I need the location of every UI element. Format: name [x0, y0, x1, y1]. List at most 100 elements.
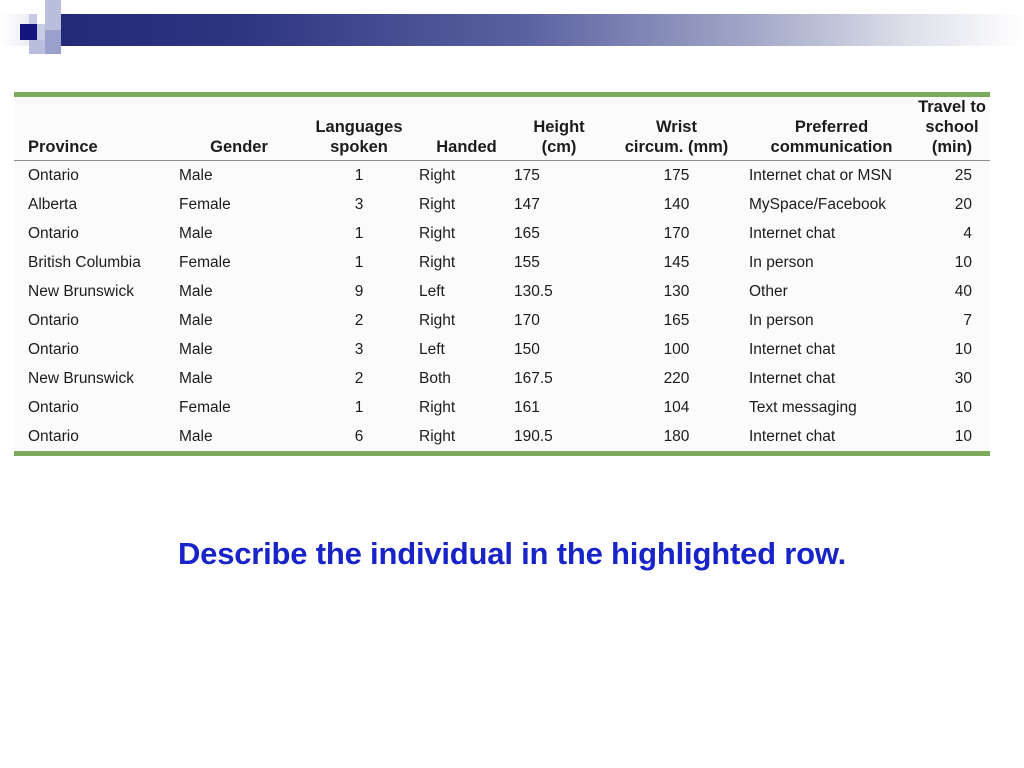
cell-height: 170	[514, 312, 540, 329]
header-line-1: Wrist	[656, 118, 697, 136]
cell-gender: Female	[179, 196, 231, 213]
cell-preferred-communication: Internet chat	[749, 225, 836, 242]
cell-handed: Both	[419, 370, 451, 387]
column-header-travel-to-school: Travel to school (min)	[914, 97, 990, 161]
banner-square-6	[45, 14, 61, 30]
cell-preferred-communication: Internet chat	[749, 428, 836, 445]
cell-travel-to-school: 7	[963, 312, 972, 329]
cell-province: Ontario	[28, 225, 79, 242]
cell-gender: Male	[179, 428, 213, 445]
cell-languages-spoken: 2	[354, 312, 364, 329]
data-table-container: Province Gender Languages spoken Handed …	[14, 92, 990, 456]
cell-preferred-communication: Internet chat	[749, 370, 836, 387]
cell-gender: Male	[179, 341, 213, 358]
cell-gender: Male	[179, 370, 213, 387]
cell-wrist-circumference: 140	[663, 196, 690, 213]
cell-travel-to-school: 25	[954, 167, 972, 184]
cell-gender: Female	[179, 399, 231, 416]
table-row[interactable]: Ontario Male 1 Right 175 175 Internet chat or …	[14, 161, 990, 191]
cell-gender: Male	[179, 283, 213, 300]
header-line-2: school (min)	[925, 118, 979, 156]
table-row[interactable]: New Brunswick Male 9 Left 130.5 130 Other 40	[14, 277, 990, 306]
cell-handed: Right	[419, 196, 456, 213]
cell-handed: Left	[419, 283, 445, 300]
header-line-1: Height	[533, 118, 585, 136]
cell-province: Ontario	[28, 428, 79, 445]
banner-square-gap	[37, 14, 45, 24]
cell-gender: Male	[179, 312, 213, 329]
cell-preferred-communication: MySpace/Facebook	[749, 196, 886, 213]
cell-height: 165	[514, 225, 540, 242]
cell-languages-spoken: 1	[354, 399, 364, 416]
cell-province: Ontario	[28, 312, 79, 329]
cell-handed: Right	[419, 167, 456, 184]
cell-height: 147	[514, 196, 540, 213]
cell-height: 130.5	[514, 283, 553, 300]
cell-travel-to-school: 10	[954, 341, 972, 358]
table-row[interactable]: Ontario Male 1 Right 165 170 Internet chat 4	[14, 219, 990, 248]
cell-gender: Female	[179, 254, 231, 271]
cell-handed: Right	[419, 254, 456, 271]
cell-province: Ontario	[28, 167, 79, 184]
cell-wrist-circumference: 175	[663, 167, 690, 184]
cell-height: 167.5	[514, 370, 553, 387]
cell-travel-to-school: 10	[954, 428, 972, 445]
table-row[interactable]: Alberta Female 3 Right 147 140 MySpace/Faceboo…	[14, 190, 990, 219]
header-line-2: Handed	[436, 138, 497, 156]
cell-languages-spoken: 1	[354, 225, 364, 242]
banner-square-1	[45, 0, 61, 14]
cell-wrist-circumference: 104	[663, 399, 690, 416]
table-bottom-rule	[14, 451, 990, 456]
table-row[interactable]: British Columbia Female 1 Right 155 145 In per…	[14, 248, 990, 277]
table-row[interactable]: Ontario Male 3 Left 150 100 Internet chat 10	[14, 335, 990, 364]
table-row[interactable]: Ontario Female 1 Right 161 104 Text messaging 1…	[14, 393, 990, 422]
cell-gender: Male	[179, 225, 213, 242]
cell-travel-to-school: 10	[954, 399, 972, 416]
column-header-languages-spoken: Languages spoken	[299, 97, 419, 161]
column-header-wrist-circumference: Wrist circum. (mm)	[604, 97, 749, 161]
cell-languages-spoken: 1	[354, 254, 364, 271]
cell-province: Ontario	[28, 399, 79, 416]
header-line-2: Province	[28, 138, 98, 156]
slide-banner	[0, 0, 1024, 62]
header-line-2: circum. (mm)	[624, 138, 729, 156]
table-row[interactable]: Ontario Male 6 Right 190.5 180 Internet chat 10	[14, 422, 990, 451]
banner-square-4	[29, 40, 45, 54]
cell-wrist-circumference: 170	[663, 225, 690, 242]
student-survey-table: Province Gender Languages spoken Handed …	[14, 97, 990, 451]
cell-province: New Brunswick	[28, 370, 134, 387]
column-header-preferred-communication: Preferred communication	[749, 97, 914, 161]
cell-height: 161	[514, 399, 540, 416]
cell-languages-spoken: 1	[354, 167, 364, 184]
column-header-handed: Handed	[419, 97, 514, 161]
banner-square-7	[45, 30, 61, 40]
header-line-2: (cm)	[541, 138, 577, 156]
table-row[interactable]: Ontario Male 2 Right 170 165 In person 7	[14, 306, 990, 335]
banner-gradient-bar	[60, 14, 1024, 46]
banner-square-5	[45, 40, 61, 54]
cell-languages-spoken: 9	[354, 283, 364, 300]
column-header-province: Province	[14, 97, 179, 161]
cell-height: 190.5	[514, 428, 553, 445]
cell-wrist-circumference: 145	[663, 254, 690, 271]
table-row[interactable]: New Brunswick Male 2 Both 167.5 220 Internet c…	[14, 364, 990, 393]
header-line-2: communication	[770, 138, 893, 156]
header-line-2: spoken	[330, 138, 388, 156]
header-line-1: Languages	[315, 118, 403, 136]
cell-wrist-circumference: 100	[663, 341, 690, 358]
cell-handed: Right	[419, 312, 456, 329]
cell-travel-to-school: 10	[954, 254, 972, 271]
cell-wrist-circumference: 220	[663, 370, 690, 387]
cell-preferred-communication: Internet chat or MSN	[749, 167, 893, 184]
table-header-row: Province Gender Languages spoken Handed …	[14, 97, 990, 161]
cell-province: British Columbia	[28, 254, 141, 271]
slide-caption: Describe the individual in the highlight…	[177, 536, 847, 571]
cell-languages-spoken: 3	[354, 196, 364, 213]
cell-wrist-circumference: 180	[663, 428, 690, 445]
cell-travel-to-school: 4	[963, 225, 972, 242]
cell-handed: Left	[419, 341, 445, 358]
cell-languages-spoken: 2	[354, 370, 364, 387]
header-line-2: Gender	[210, 138, 268, 156]
column-header-gender: Gender	[179, 97, 299, 161]
cell-preferred-communication: Internet chat	[749, 341, 836, 358]
